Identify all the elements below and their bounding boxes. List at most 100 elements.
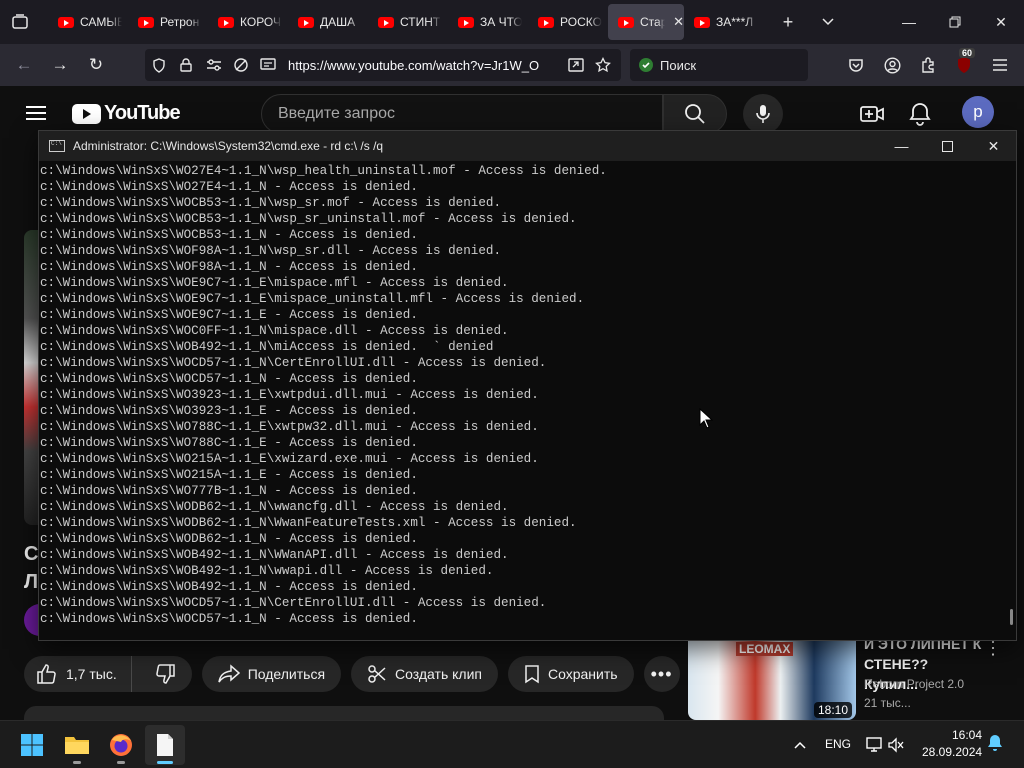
save-label: Сохранить	[547, 666, 618, 682]
new-tab-button[interactable]: +	[768, 0, 808, 44]
yt-search-button[interactable]	[663, 94, 727, 134]
yt-search-placeholder: Введите запрос	[278, 105, 395, 122]
yt-search-input[interactable]: Введите запрос	[261, 94, 663, 134]
tab-overflow-button[interactable]	[808, 0, 848, 44]
clock-time[interactable]: 16:04	[952, 728, 982, 742]
tab-label: ЗА***Л	[716, 15, 754, 29]
recommended-video[interactable]: LEOMAX 18:10 И ЭТО ЛИПНЕТ К СТЕНЕ?? Купи…	[688, 636, 1018, 720]
yt-notifications-button[interactable]	[906, 100, 934, 128]
picture-in-picture-icon[interactable]	[562, 49, 589, 81]
network-volume-tray[interactable]	[864, 733, 904, 757]
close-icon: ✕	[987, 137, 1000, 154]
recommended-channel[interactable]: Reborn Project 2.0	[864, 677, 964, 691]
cmd-app-icon[interactable]	[49, 140, 65, 152]
browser-tab[interactable]: ЗА ЧТО	[448, 4, 528, 40]
extensions-button[interactable]	[910, 49, 946, 81]
console-line: c:\Windows\WinSxS\WOC0FF~1.1_N\mispace.d…	[40, 324, 509, 338]
youtube-logo-text: YouTube	[104, 102, 181, 124]
console-line: c:\Windows\WinSxS\WOB492~1.1_N\wwapi.dll…	[40, 564, 494, 578]
app-menu-button[interactable]	[982, 49, 1018, 81]
dislike-button[interactable]	[140, 656, 192, 692]
recommended-thumbnail[interactable]: LEOMAX 18:10	[688, 640, 856, 720]
yt-guide-menu-button[interactable]	[24, 102, 48, 126]
browser-tab[interactable]: СТИНТ	[368, 4, 448, 40]
youtube-logo[interactable]: YouTube	[72, 102, 181, 125]
puzzle-icon	[922, 57, 934, 73]
cmd-titlebar[interactable]: Administrator: C:\Windows\System32\cmd.e…	[39, 131, 1016, 161]
back-button[interactable]: ←	[6, 47, 42, 83]
chevron-up-icon	[794, 741, 806, 749]
youtube-favicon-icon	[538, 16, 554, 28]
browser-tab[interactable]: ЗА***Л	[684, 4, 764, 40]
url-text[interactable]: https://www.youtube.com/watch?v=Jr1W_O	[288, 58, 562, 73]
avatar[interactable]: p	[962, 96, 994, 128]
url-bar[interactable]: https://www.youtube.com/watch?v=Jr1W_O	[145, 49, 621, 81]
input-language[interactable]: ENG	[825, 737, 851, 751]
tab-label: СТИНТ	[400, 15, 441, 29]
scissors-icon	[368, 665, 386, 683]
tray-overflow-button[interactable]	[788, 733, 812, 757]
thumbs-up-icon	[37, 664, 56, 684]
browser-tab[interactable]: ДАША	[288, 4, 368, 40]
create-clip-button[interactable]: Создать клип	[351, 656, 498, 692]
bell-icon	[909, 103, 931, 126]
clock-date[interactable]: 28.09.2024	[922, 745, 982, 759]
cmd-window[interactable]: Administrator: C:\Windows\System32\cmd.e…	[38, 130, 1017, 641]
search-icon	[685, 104, 705, 124]
browser-tab[interactable]: КОРОЧ	[208, 4, 288, 40]
forward-button[interactable]: →	[42, 47, 78, 83]
more-actions-button[interactable]: •••	[643, 656, 680, 692]
pocket-icon	[849, 58, 863, 72]
cmd-output[interactable]: c:\Windows\WinSxS\WO27E4~1.1_N\wsp_healt…	[39, 161, 999, 641]
browser-tab[interactable]: Ретрон	[128, 4, 208, 40]
minimize-icon: —	[902, 14, 916, 30]
youtube-favicon-icon	[458, 16, 474, 28]
browser-close-button[interactable]: ✕	[978, 0, 1024, 44]
lock-icon[interactable]	[172, 49, 199, 81]
account-button[interactable]	[874, 49, 910, 81]
taskbar-file-explorer[interactable]	[57, 725, 97, 765]
search-placeholder: Поиск	[660, 57, 697, 73]
share-button[interactable]: Поделиться	[201, 656, 342, 692]
browser-tab-active[interactable]: Стар ✕	[608, 4, 684, 40]
tab-close-icon[interactable]: ✕	[673, 14, 684, 30]
cmd-close-button[interactable]: ✕	[971, 131, 1016, 161]
console-line: c:\Windows\WinSxS\WOB492~1.1_N - Access …	[40, 580, 418, 594]
recommended-more-button[interactable]: ⋮	[984, 638, 1002, 659]
browser-tab[interactable]: РОСКО	[528, 4, 608, 40]
network-icon	[866, 737, 882, 752]
notifications-button[interactable]	[986, 733, 1008, 757]
permissions-icon[interactable]	[200, 49, 227, 81]
tracking-shield-icon[interactable]	[145, 49, 172, 81]
start-button[interactable]	[12, 725, 52, 765]
reload-button[interactable]: ↻	[78, 47, 114, 83]
browser-tab[interactable]: САМЫЕ	[48, 4, 128, 40]
reload-icon: ↻	[88, 55, 104, 74]
autoplay-blocked-icon[interactable]	[227, 49, 254, 81]
save-button[interactable]: Сохранить	[507, 656, 634, 692]
yt-create-button[interactable]	[858, 100, 886, 128]
volume-muted-icon	[888, 737, 904, 753]
tab-list-icon	[12, 14, 28, 29]
reader-view-icon[interactable]	[255, 49, 282, 81]
bookmark-star-icon[interactable]	[590, 49, 617, 81]
yt-voice-search-button[interactable]	[743, 94, 783, 134]
tab-label: САМЫЕ	[80, 15, 122, 29]
taskbar-firefox[interactable]	[101, 725, 141, 765]
pocket-button[interactable]	[838, 49, 874, 81]
console-line: c:\Windows\WinSxS\WOCB53~1.1_N\wsp_sr_un…	[40, 212, 577, 226]
console-line: c:\Windows\WinSxS\WO788C~1.1_E\xwtpw32.d…	[40, 420, 539, 434]
youtube-favicon-icon	[618, 16, 634, 28]
youtube-favicon-icon	[218, 16, 234, 28]
cmd-scrollbar-thumb[interactable]	[1010, 609, 1013, 625]
browser-restore-button[interactable]	[932, 0, 978, 44]
cmd-maximize-button[interactable]	[925, 131, 970, 161]
cmd-minimize-button[interactable]: —	[879, 131, 924, 161]
share-label: Поделиться	[247, 666, 326, 682]
tab-list-button[interactable]	[0, 0, 40, 44]
ublock-extension-button[interactable]: 60	[946, 48, 982, 81]
taskbar-command-prompt[interactable]	[145, 725, 185, 765]
search-bar[interactable]: Поиск	[630, 49, 808, 81]
like-button[interactable]: 1,7 тыс.	[24, 656, 132, 692]
browser-minimize-button[interactable]: —	[886, 0, 932, 44]
